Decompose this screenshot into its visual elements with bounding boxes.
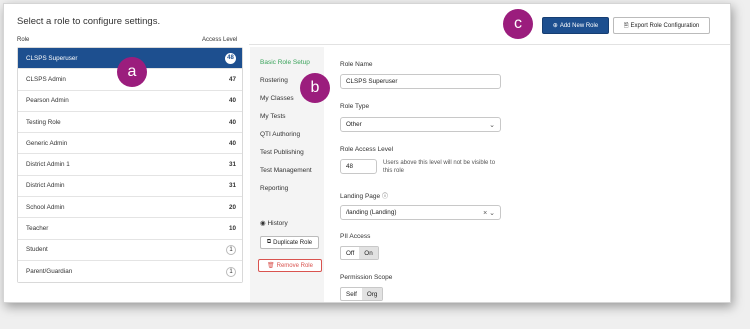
permission-scope-label: Permission Scope	[340, 274, 393, 281]
role-row-teacher[interactable]: Teacher 10	[18, 218, 242, 240]
role-level: 31	[228, 161, 236, 169]
role-type-select[interactable]: Other ⌄	[340, 117, 501, 132]
nav-my-classes[interactable]: My Classes	[260, 95, 294, 102]
nav-test-publishing[interactable]: Test Publishing	[260, 149, 304, 156]
pii-off-option[interactable]: Off	[341, 247, 359, 259]
role-level: 40	[228, 97, 236, 105]
pii-on-option[interactable]: On	[359, 247, 378, 259]
role-name: Student	[26, 246, 48, 254]
role-name: CLSPS Admin	[26, 75, 66, 83]
role-name: District Admin 1	[26, 161, 70, 169]
role-name: Pearson Admin	[26, 97, 69, 105]
clear-and-chevron-icons: × ⌄	[483, 209, 495, 217]
export-role-configuration-button[interactable]: 🗎 Export Role Configuration	[613, 17, 710, 34]
access-level-label: Role Access Level	[340, 146, 394, 153]
nav-my-tests[interactable]: My Tests	[260, 113, 286, 120]
role-level: 1	[226, 244, 236, 255]
role-level: 1	[226, 266, 236, 277]
role-level: 48	[225, 52, 236, 64]
add-new-role-button[interactable]: ⊕ Add New Role	[542, 17, 609, 34]
scope-org-option[interactable]: Org	[361, 288, 383, 300]
landing-page-select[interactable]: /landing (Landing) × ⌄	[340, 205, 501, 220]
role-name: Parent/Guardian	[26, 268, 73, 276]
role-row-district-admin-1[interactable]: District Admin 1 31	[18, 154, 242, 176]
pii-access-label: PII Access	[340, 233, 371, 240]
landing-page-label: Landing Page ⓘ	[340, 191, 388, 200]
history-link[interactable]: ◉ History	[260, 219, 288, 227]
role-row-school-admin[interactable]: School Admin 20	[18, 197, 242, 219]
nav-qti-authoring[interactable]: QTI Authoring	[260, 131, 300, 138]
divider	[249, 44, 730, 45]
scope-self-option[interactable]: Self	[341, 288, 362, 300]
role-name: School Admin	[26, 203, 65, 211]
help-icon: ⓘ	[381, 194, 388, 200]
nav-test-management[interactable]: Test Management	[260, 167, 312, 174]
role-level: 40	[228, 118, 236, 126]
remove-label: Remove Role	[276, 262, 313, 269]
remove-role-button[interactable]: 🗑 Remove Role	[258, 259, 322, 272]
access-level-hint: Users above this level will not be visib…	[383, 160, 496, 174]
role-level: 31	[228, 182, 236, 190]
role-column-header: Role	[17, 37, 30, 43]
history-label: History	[267, 220, 288, 227]
role-level: 40	[228, 139, 236, 147]
role-level: 20	[228, 203, 236, 211]
role-name-label: Role Name	[340, 61, 373, 68]
role-row-student[interactable]: Student 1	[18, 239, 242, 261]
pii-access-toggle[interactable]: Off On	[340, 246, 379, 260]
role-settings-panel: Select a role to configure settings. ⊕ A…	[3, 3, 731, 303]
nav-basic-role-setup[interactable]: Basic Role Setup	[260, 59, 310, 66]
role-row-pearson-admin[interactable]: Pearson Admin 40	[18, 90, 242, 112]
chevron-down-icon: ⌄	[489, 121, 495, 129]
nav-reporting[interactable]: Reporting	[260, 185, 288, 192]
access-level-value: 48	[346, 163, 354, 170]
add-new-role-label: Add New Role	[559, 22, 599, 29]
nav-rostering[interactable]: Rostering	[260, 77, 288, 84]
landing-page-value: /landing (Landing)	[346, 209, 397, 216]
role-name: CLSPS Superuser	[26, 54, 78, 62]
trash-icon: 🗑	[267, 263, 275, 269]
copy-icon: ⧉	[266, 239, 272, 245]
intro-text: Select a role to configure settings.	[17, 16, 161, 27]
export-label: Export Role Configuration	[630, 22, 700, 29]
role-name: Testing Role	[26, 118, 61, 126]
duplicate-label: Duplicate Role	[273, 239, 313, 246]
role-level: 47	[228, 75, 236, 83]
landing-page-label-text: Landing Page	[340, 193, 381, 200]
role-level: 10	[228, 225, 236, 233]
callout-a: a	[117, 57, 147, 87]
callout-b: b	[300, 73, 330, 103]
role-name: Generic Admin	[26, 139, 68, 147]
role-name-value: CLSPS Superuser	[346, 78, 398, 85]
role-name-input[interactable]: CLSPS Superuser	[340, 74, 501, 89]
role-type-value: Other	[346, 121, 362, 128]
role-row-district-admin[interactable]: District Admin 31	[18, 175, 242, 198]
role-row-testing-role[interactable]: Testing Role 40	[18, 111, 242, 134]
duplicate-role-button[interactable]: ⧉ Duplicate Role	[260, 236, 319, 249]
role-row-parent-guardian[interactable]: Parent/Guardian 1	[18, 260, 242, 283]
plus-circle-icon: ⊕	[552, 23, 558, 29]
role-row-generic-admin[interactable]: Generic Admin 40	[18, 133, 242, 155]
role-name: District Admin	[26, 182, 65, 190]
callout-c: c	[503, 9, 533, 39]
history-icon: ◉	[260, 220, 266, 227]
permission-scope-toggle[interactable]: Self Org	[340, 287, 384, 301]
role-name: Teacher	[26, 225, 49, 233]
access-level-column-header: Access Level	[202, 37, 238, 43]
access-level-input[interactable]: 48	[340, 159, 377, 174]
document-icon: 🗎	[623, 22, 629, 29]
role-type-label: Role Type	[340, 103, 370, 110]
